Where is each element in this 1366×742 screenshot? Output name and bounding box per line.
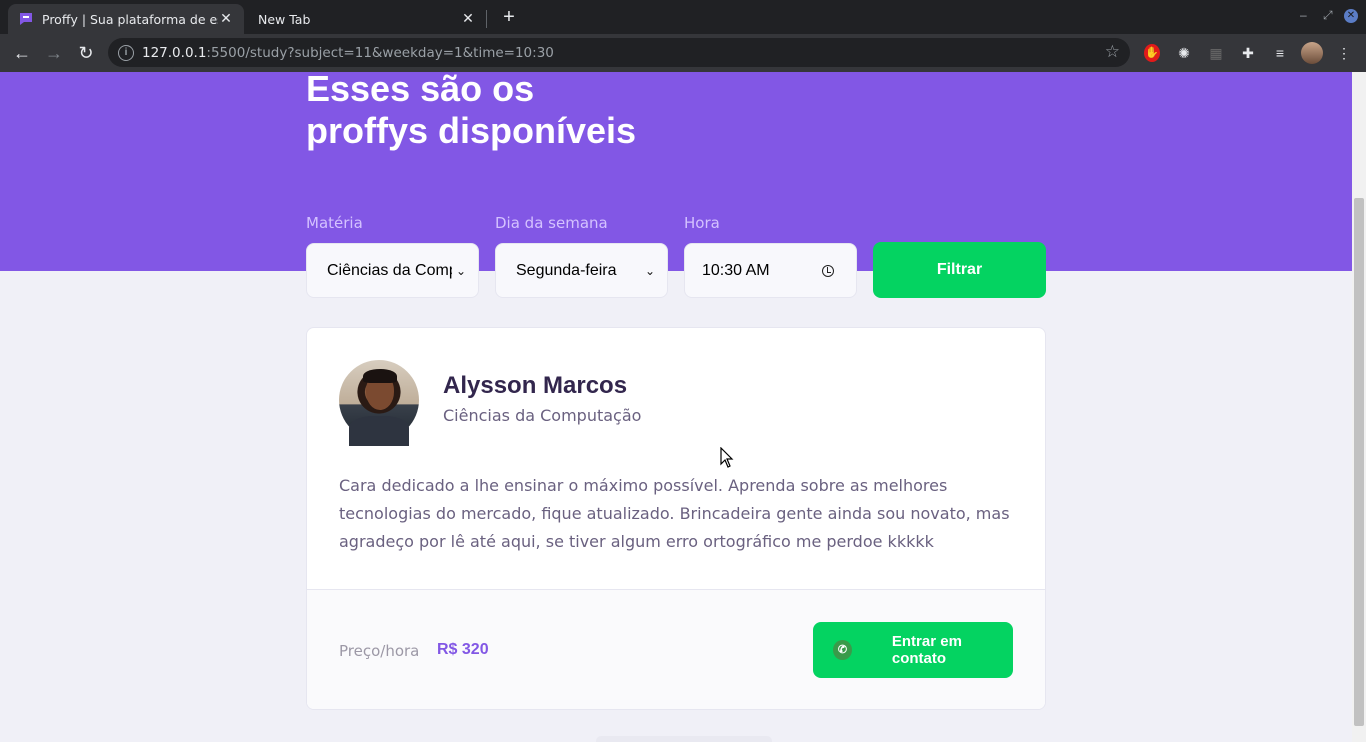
maximize-icon[interactable]: ⤢ bbox=[1323, 8, 1333, 23]
page-header: Esses são os proffys disponíveis Matéria… bbox=[0, 72, 1352, 298]
filter-button[interactable]: Filtrar bbox=[873, 242, 1046, 298]
proffy-favicon-icon bbox=[20, 13, 32, 25]
page-title: Esses são os proffys disponíveis bbox=[306, 72, 637, 151]
price-label: Preço/hora bbox=[339, 642, 420, 660]
tab-close-icon[interactable]: ✕ bbox=[460, 11, 476, 27]
back-icon[interactable]: ← bbox=[11, 42, 33, 64]
avatar bbox=[339, 360, 419, 446]
reload-icon[interactable]: ↻ bbox=[75, 42, 97, 64]
teacher-subject: Ciências da Computação bbox=[443, 406, 642, 425]
forward-icon[interactable]: → bbox=[43, 42, 65, 64]
grid-extension-icon[interactable]: ▦ bbox=[1206, 43, 1226, 63]
whatsapp-icon: ✆ bbox=[833, 640, 852, 660]
tab-separator bbox=[486, 10, 487, 28]
subject-label: Matéria bbox=[306, 214, 363, 232]
address-bar[interactable]: i 127.0.0.1:5500/study?subject=11&weekda… bbox=[108, 38, 1130, 67]
subject-select[interactable]: Ciências da Computação ⌄ bbox=[306, 243, 479, 298]
time-input[interactable]: 10:30 AM bbox=[684, 243, 857, 298]
puzzle-extensions-icon[interactable]: ✚ bbox=[1238, 43, 1258, 63]
tab-close-icon[interactable]: ✕ bbox=[218, 11, 234, 27]
mouse-cursor-icon bbox=[720, 447, 734, 468]
page-scrollbar[interactable] bbox=[1352, 72, 1366, 742]
site-info-icon[interactable]: i bbox=[118, 44, 134, 61]
new-tab-button[interactable]: + bbox=[498, 6, 520, 28]
teacher-bio: Cara dedicado a lhe ensinar o máximo pos… bbox=[339, 476, 1010, 551]
browser-tabbar: Proffy | Sua plataforma de estudos ✕ New… bbox=[0, 0, 1366, 34]
contact-button[interactable]: ✆ Entrar em contato bbox=[813, 622, 1013, 678]
card-footer: Preço/hora R$ 320 ✆ Entrar em contato bbox=[307, 589, 1045, 709]
weekday-label: Dia da semana bbox=[495, 214, 608, 232]
tab-title: New Tab bbox=[258, 11, 311, 27]
next-card-edge bbox=[596, 736, 772, 742]
profile-avatar-icon[interactable] bbox=[1301, 42, 1323, 64]
clock-icon[interactable] bbox=[822, 264, 834, 277]
menu-kebab-icon[interactable]: ⋮ bbox=[1334, 43, 1354, 63]
minimize-icon[interactable]: – bbox=[1300, 8, 1307, 22]
price-value: R$ 320 bbox=[437, 641, 489, 658]
time-label: Hora bbox=[684, 214, 720, 232]
adblock-extension-icon[interactable]: ✋ bbox=[1144, 44, 1160, 62]
browser-toolbar: ← → ↻ i 127.0.0.1:5500/study?subject=11&… bbox=[0, 34, 1366, 72]
tab-new-tab[interactable]: New Tab ✕ bbox=[248, 4, 486, 34]
weekday-select[interactable]: Segunda-feira ⌄ bbox=[495, 243, 668, 298]
tab-proffy[interactable]: Proffy | Sua plataforma de estudos ✕ bbox=[8, 4, 244, 34]
chevron-down-icon: ⌄ bbox=[455, 263, 467, 278]
contact-button-label: Entrar em contato bbox=[891, 633, 962, 667]
bookmark-star-icon[interactable]: ☆ bbox=[1105, 42, 1120, 62]
window-close-icon[interactable]: ✕ bbox=[1344, 9, 1358, 23]
media-queue-icon[interactable]: ≡ bbox=[1270, 43, 1290, 63]
scrollbar-thumb[interactable] bbox=[1354, 198, 1364, 726]
tab-title: Proffy | Sua plataforma de estudos bbox=[42, 11, 218, 27]
chevron-down-icon: ⌄ bbox=[644, 263, 656, 278]
url-text: 127.0.0.1:5500/study?subject=11&weekday=… bbox=[142, 44, 554, 61]
teacher-card: Alysson Marcos Ciências da Computação Ca… bbox=[306, 327, 1046, 710]
page-content: Esses são os proffys disponíveis Matéria… bbox=[0, 72, 1352, 742]
gear-extension-icon[interactable]: ✺ bbox=[1174, 43, 1194, 63]
teacher-name: Alysson Marcos bbox=[443, 372, 628, 399]
